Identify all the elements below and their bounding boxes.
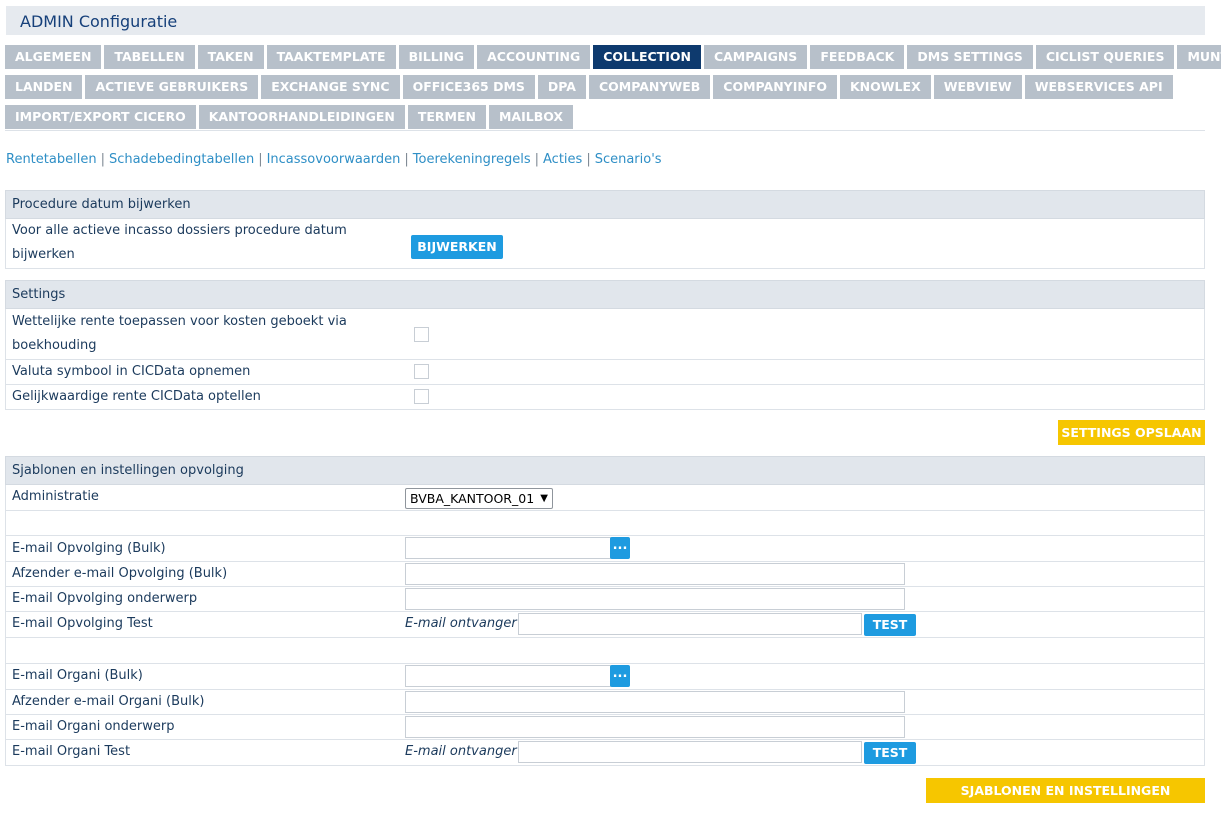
opvolging-ontvanger-input[interactable] — [518, 613, 862, 635]
tab-actieve-gebruikers[interactable]: ACTIEVE GEBRUIKERS — [85, 75, 259, 99]
afzender-opvolging-input[interactable] — [405, 563, 905, 585]
title-bar: ADMIN Configuratie — [6, 6, 1205, 35]
tab-companyinfo[interactable]: COMPANYINFO — [713, 75, 837, 99]
link-acties[interactable]: Acties — [543, 152, 582, 167]
config-tabs: ALGEMEEN TABELLEN TAKEN TAAKTEMPLATE BILLING… — [5, 45, 1221, 135]
valuta-checkbox[interactable] — [414, 364, 429, 379]
gelijkwaardige-label: Gelijkwaardige rente CICData optellen — [12, 389, 261, 404]
templates-header: Sjablonen en instellingen opvolging — [5, 456, 1205, 485]
row-afzender-opvolging: Afzender e-mail Opvolging (Bulk) — [5, 562, 1205, 587]
link-scenarios[interactable]: Scenario's — [595, 152, 662, 167]
tab-companyweb[interactable]: COMPANYWEB — [588, 75, 711, 99]
tab-munten[interactable]: MUNTEN — [1177, 45, 1221, 69]
opvolging-onderwerp-label: E-mail Opvolging onderwerp — [12, 591, 198, 606]
row-email-organi-bulk: E-mail Organi (Bulk) ... — [5, 664, 1205, 690]
tab-landen[interactable]: LANDEN — [5, 75, 83, 99]
sub-navigation: Rentetabellen | Schadebedingtabellen | Incas… — [6, 152, 662, 167]
tab-webview[interactable]: WEBVIEW — [933, 75, 1022, 99]
tab-ciclist-queries[interactable]: CICLIST QUERIES — [1035, 45, 1175, 69]
organi-onderwerp-label: E-mail Organi onderwerp — [12, 719, 175, 734]
tab-import-export-cicero[interactable]: IMPORT/EXPORT CICERO — [5, 105, 196, 129]
procedure-label-line1: Voor alle actieve incasso dossiers proce… — [12, 223, 347, 238]
tab-tabellen[interactable]: TABELLEN — [104, 45, 195, 69]
tab-dms-settings[interactable]: DMS SETTINGS — [907, 45, 1033, 69]
email-organi-bulk-label: E-mail Organi (Bulk) — [12, 668, 143, 683]
bijwerken-button[interactable]: BIJWERKEN — [411, 235, 503, 259]
link-incassovoorwaarden[interactable]: Incassovoorwaarden — [267, 152, 401, 167]
procedure-row: Voor alle actieve incasso dossiers proce… — [5, 219, 1205, 269]
tab-dpa[interactable]: DPA — [537, 75, 586, 99]
link-rentetabellen[interactable]: Rentetabellen — [6, 152, 97, 167]
tab-divider — [5, 130, 1205, 131]
administratie-select[interactable]: BVBA_KANTOOR_01 ▼ — [405, 488, 553, 509]
settings-row-gelijkwaardige: Gelijkwaardige rente CICData optellen — [5, 385, 1205, 410]
organi-onderwerp-input[interactable] — [405, 716, 905, 738]
afzender-organi-input[interactable] — [405, 691, 905, 713]
tab-taaktemplate[interactable]: TAAKTEMPLATE — [266, 45, 396, 69]
row-administratie: Administratie BVBA_KANTOOR_01 ▼ — [5, 485, 1205, 511]
opvolging-onderwerp-input[interactable] — [405, 588, 905, 610]
settings-header: Settings — [5, 280, 1205, 309]
procedure-section: Procedure datum bijwerken Voor alle acti… — [5, 190, 1205, 269]
row-organi-test: E-mail Organi Test E-mail ontvanger TEST — [5, 740, 1205, 766]
tab-feedback[interactable]: FEEDBACK — [810, 45, 905, 69]
organi-ontvanger-label: E-mail ontvanger — [405, 744, 517, 759]
tab-algemeen[interactable]: ALGEMEEN — [5, 45, 102, 69]
tab-mailbox[interactable]: MAILBOX — [488, 105, 574, 129]
organi-test-label: E-mail Organi Test — [12, 744, 131, 759]
page-title: ADMIN Configuratie — [20, 12, 178, 31]
link-schadebedingtabellen[interactable]: Schadebedingtabellen — [109, 152, 254, 167]
row-organi-onderwerp: E-mail Organi onderwerp — [5, 715, 1205, 740]
procedure-label-line2: bijwerken — [12, 247, 75, 262]
row-opvolging-onderwerp: E-mail Opvolging onderwerp — [5, 587, 1205, 612]
settings-row-wettelijke-rente: Wettelijke rente toepassen voor kosten g… — [5, 309, 1205, 360]
row-spacer-2 — [5, 638, 1205, 664]
email-opvolging-browse-button[interactable]: ... — [610, 537, 630, 559]
administratie-label: Administratie — [12, 489, 99, 504]
email-organi-bulk-input[interactable] — [405, 665, 611, 687]
email-opvolging-bulk-label: E-mail Opvolging (Bulk) — [12, 541, 166, 556]
opvolging-test-button[interactable]: TEST — [864, 614, 916, 636]
tab-kantoorhandleidingen[interactable]: KANTOORHANDLEIDINGEN — [198, 105, 405, 129]
tab-webservices-api[interactable]: WEBSERVICES API — [1024, 75, 1173, 99]
settings-section: Settings Wettelijke rente toepassen voor… — [5, 280, 1205, 410]
tab-row-3: IMPORT/EXPORT CICERO KANTOORHANDLEIDINGEN… — [5, 105, 1205, 129]
row-afzender-organi: Afzender e-mail Organi (Bulk) — [5, 690, 1205, 715]
afzender-opvolging-label: Afzender e-mail Opvolging (Bulk) — [12, 566, 228, 581]
wettelijke-rente-label-line1: Wettelijke rente toepassen voor kosten g… — [12, 314, 347, 329]
gelijkwaardige-checkbox[interactable] — [414, 389, 429, 404]
valuta-label: Valuta symbool in CICData opnemen — [12, 364, 251, 379]
tab-office365-dms[interactable]: OFFICE365 DMS — [402, 75, 535, 99]
tab-row-2: LANDEN ACTIEVE GEBRUIKERS EXCHANGE SYNC OFF… — [5, 75, 1205, 99]
tab-accounting[interactable]: ACCOUNTING — [477, 45, 591, 69]
email-opvolging-bulk-input[interactable] — [405, 537, 611, 559]
opvolging-ontvanger-label: E-mail ontvanger — [405, 616, 517, 631]
tab-billing[interactable]: BILLING — [398, 45, 475, 69]
link-toerekeningregels[interactable]: Toerekeningregels — [413, 152, 531, 167]
tab-row-1: ALGEMEEN TABELLEN TAKEN TAAKTEMPLATE BILLING… — [5, 45, 1221, 69]
tab-campaigns[interactable]: CAMPAIGNS — [703, 45, 808, 69]
administratie-value: BVBA_KANTOOR_01 — [410, 491, 535, 506]
row-opvolging-test: E-mail Opvolging Test E-mail ontvanger T… — [5, 612, 1205, 638]
chevron-down-icon: ▼ — [540, 493, 548, 504]
row-email-opvolging-bulk: E-mail Opvolging (Bulk) ... — [5, 536, 1205, 562]
wettelijke-rente-label-line2: boekhouding — [12, 338, 97, 353]
tab-termen[interactable]: TERMEN — [407, 105, 486, 129]
tab-taken[interactable]: TAKEN — [197, 45, 264, 69]
tab-knowlex[interactable]: KNOWLEX — [840, 75, 931, 99]
procedure-header: Procedure datum bijwerken — [5, 190, 1205, 219]
email-organi-browse-button[interactable]: ... — [610, 665, 630, 687]
opvolging-test-label: E-mail Opvolging Test — [12, 616, 153, 631]
settings-row-valuta: Valuta symbool in CICData opnemen — [5, 360, 1205, 385]
wettelijke-rente-checkbox[interactable] — [414, 327, 429, 342]
tab-exchange-sync[interactable]: EXCHANGE SYNC — [261, 75, 400, 99]
templates-section: Sjablonen en instellingen opvolging Admi… — [5, 456, 1205, 766]
templates-save-button[interactable]: SJABLONEN EN INSTELLINGEN OPSLAAN — [926, 778, 1205, 819]
row-spacer-1 — [5, 511, 1205, 536]
tab-collection[interactable]: COLLECTION — [593, 45, 701, 69]
organi-ontvanger-input[interactable] — [518, 741, 862, 763]
afzender-organi-label: Afzender e-mail Organi (Bulk) — [12, 694, 205, 709]
settings-save-button[interactable]: SETTINGS OPSLAAN — [1058, 420, 1205, 445]
organi-test-button[interactable]: TEST — [864, 742, 916, 764]
